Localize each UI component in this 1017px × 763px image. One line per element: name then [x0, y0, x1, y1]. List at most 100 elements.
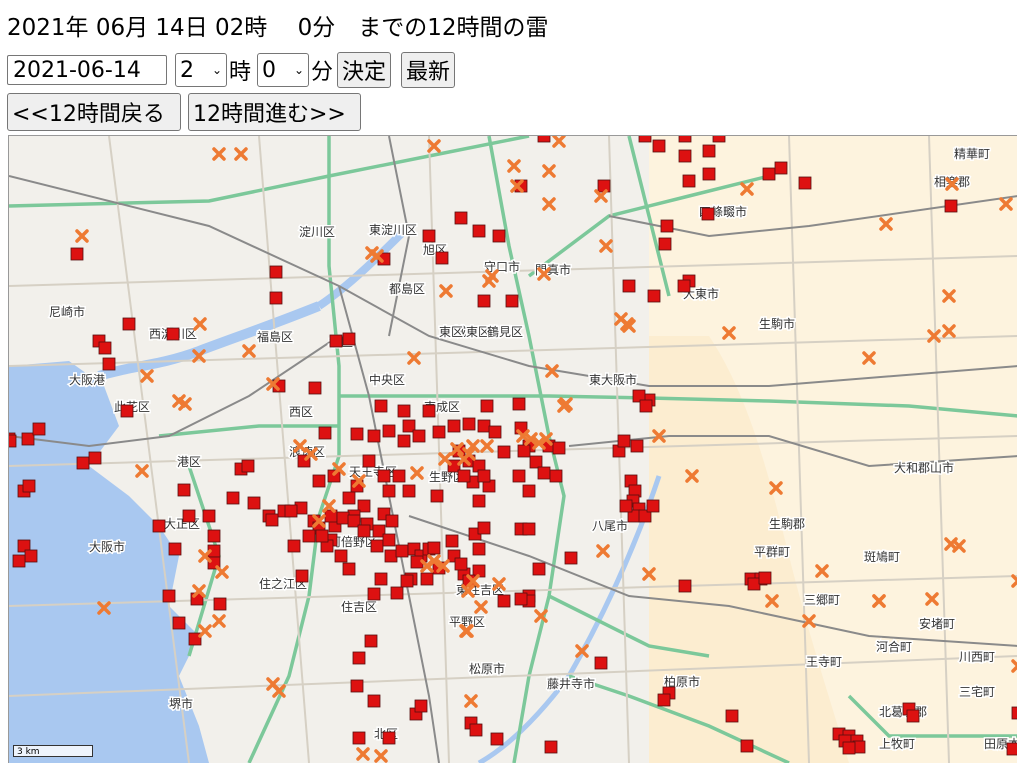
hour-select[interactable]: 2 ⌄	[175, 53, 227, 87]
lightning-strike-marker[interactable]	[269, 265, 283, 279]
lightning-strike-marker[interactable]	[447, 419, 461, 433]
lightning-strike-marker[interactable]	[488, 425, 502, 439]
lightning-cloud-marker[interactable]	[596, 544, 610, 558]
lightning-strike-marker[interactable]	[798, 176, 812, 190]
lightning-strike-marker[interactable]	[350, 679, 364, 693]
lightning-strike-marker[interactable]	[352, 731, 366, 745]
lightning-strike-marker[interactable]	[529, 455, 543, 469]
lightning-cloud-marker[interactable]	[474, 600, 488, 614]
lightning-cloud-marker[interactable]	[212, 614, 226, 628]
latest-button[interactable]: 最新	[401, 52, 456, 88]
lightning-strike-marker[interactable]	[295, 569, 309, 583]
lightning-strike-marker[interactable]	[352, 651, 366, 665]
lightning-strike-marker[interactable]	[517, 444, 531, 458]
lightning-strike-marker[interactable]	[477, 294, 491, 308]
lightning-strike-marker[interactable]	[397, 434, 411, 448]
date-input[interactable]	[7, 55, 167, 85]
lightning-strike-marker[interactable]	[122, 317, 136, 331]
lightning-strike-marker[interactable]	[177, 483, 191, 497]
lightning-strike-marker[interactable]	[454, 211, 468, 225]
lightning-strike-marker[interactable]	[334, 549, 348, 563]
lightning-cloud-marker[interactable]	[242, 344, 256, 358]
lightning-strike-marker[interactable]	[512, 397, 526, 411]
lightning-strike-marker[interactable]	[367, 694, 381, 708]
lightning-strike-marker[interactable]	[265, 513, 279, 527]
lightning-strike-marker[interactable]	[472, 224, 486, 238]
lightning-strike-marker[interactable]	[906, 709, 920, 723]
lightning-strike-marker[interactable]	[647, 289, 661, 303]
lightning-strike-marker[interactable]	[385, 514, 399, 528]
lightning-strike-marker[interactable]	[725, 709, 739, 723]
lightning-strike-marker[interactable]	[269, 291, 283, 305]
lightning-strike-marker[interactable]	[564, 551, 578, 565]
lightning-strike-marker[interactable]	[374, 399, 388, 413]
lightning-strike-marker[interactable]	[639, 399, 653, 413]
lightning-strike-marker[interactable]	[702, 167, 716, 181]
lightning-strike-marker[interactable]	[102, 357, 116, 371]
lightning-cloud-marker[interactable]	[599, 239, 613, 253]
lightning-strike-marker[interactable]	[390, 586, 404, 600]
lightning-strike-marker[interactable]	[367, 587, 381, 601]
lightning-strike-marker[interactable]	[241, 459, 255, 473]
lightning-strike-marker[interactable]	[652, 139, 666, 153]
lightning-strike-marker[interactable]	[226, 491, 240, 505]
lightning-strike-marker[interactable]	[357, 524, 371, 538]
lightning-cloud-marker[interactable]	[410, 466, 424, 480]
lightning-strike-marker[interactable]	[462, 417, 476, 431]
lightning-strike-marker[interactable]	[472, 494, 486, 508]
lightning-strike-marker[interactable]	[492, 229, 506, 243]
lightning-strike-marker[interactable]	[342, 332, 356, 346]
lightning-cloud-marker[interactable]	[198, 624, 212, 638]
lightning-strike-marker[interactable]	[677, 279, 691, 293]
lightning-strike-marker[interactable]	[168, 542, 182, 556]
lightning-strike-marker[interactable]	[377, 469, 391, 483]
lightning-strike-marker[interactable]	[213, 597, 227, 611]
lightning-cloud-marker[interactable]	[480, 439, 494, 453]
lightning-strike-marker[interactable]	[162, 589, 176, 603]
lightning-strike-marker[interactable]	[392, 469, 406, 483]
lightning-strike-marker[interactable]	[758, 571, 772, 585]
lightning-strike-marker[interactable]	[477, 521, 491, 535]
lightning-strike-marker[interactable]	[24, 549, 38, 563]
lightning-strike-marker[interactable]	[420, 572, 434, 586]
lightning-strike-marker[interactable]	[312, 474, 326, 488]
lightning-strike-marker[interactable]	[402, 484, 416, 498]
lightning-cloud-marker[interactable]	[215, 565, 229, 579]
lightning-strike-marker[interactable]	[512, 469, 526, 483]
lightning-cloud-marker[interactable]	[234, 147, 248, 161]
lightning-strike-marker[interactable]	[247, 496, 261, 510]
lightning-strike-marker[interactable]	[594, 656, 608, 670]
lightning-strike-marker[interactable]	[284, 504, 298, 518]
lightning-strike-marker[interactable]	[1006, 742, 1017, 756]
lightning-strike-marker[interactable]	[740, 739, 754, 753]
lightning-cloud-marker[interactable]	[75, 229, 89, 243]
lightning-strike-marker[interactable]	[315, 529, 329, 543]
lightning-strike-marker[interactable]	[435, 251, 449, 265]
lightning-strike-marker[interactable]	[382, 424, 396, 438]
lightning-strike-marker[interactable]	[374, 572, 388, 586]
lightning-strike-marker[interactable]	[342, 562, 356, 576]
lightning-strike-marker[interactable]	[395, 544, 409, 558]
lightning-strike-marker[interactable]	[414, 699, 428, 713]
lightning-strike-marker[interactable]	[400, 574, 414, 588]
lightning-strike-marker[interactable]	[207, 529, 221, 543]
lightning-cloud-marker[interactable]	[374, 749, 388, 763]
lightning-strike-marker[interactable]	[522, 522, 536, 536]
lightning-strike-marker[interactable]	[382, 731, 396, 745]
lightning-strike-marker[interactable]	[622, 279, 636, 293]
lightning-strike-marker[interactable]	[336, 511, 350, 525]
lightning-strike-marker[interactable]	[682, 174, 696, 188]
lightning-strike-marker[interactable]	[172, 616, 186, 630]
map-canvas[interactable]: 淀川区東淀川区旭区守口市門真市四條畷市精華町相楽郡尼崎市西淀川区福島区北区都島区…	[9, 136, 1017, 763]
lightning-strike-marker[interactable]	[362, 454, 376, 468]
forward-12h-button[interactable]: 12時間進む>>	[188, 93, 361, 131]
lightning-cloud-marker[interactable]	[193, 317, 207, 331]
lightning-strike-marker[interactable]	[477, 419, 491, 433]
lightning-strike-marker[interactable]	[477, 469, 491, 483]
lightning-strike-marker[interactable]	[22, 479, 36, 493]
lightning-strike-marker[interactable]	[712, 136, 726, 143]
lightning-strike-marker[interactable]	[342, 491, 356, 505]
lightning-strike-marker[interactable]	[497, 445, 511, 459]
lightning-strike-marker[interactable]	[76, 456, 90, 470]
lightning-strike-marker[interactable]	[658, 237, 672, 251]
